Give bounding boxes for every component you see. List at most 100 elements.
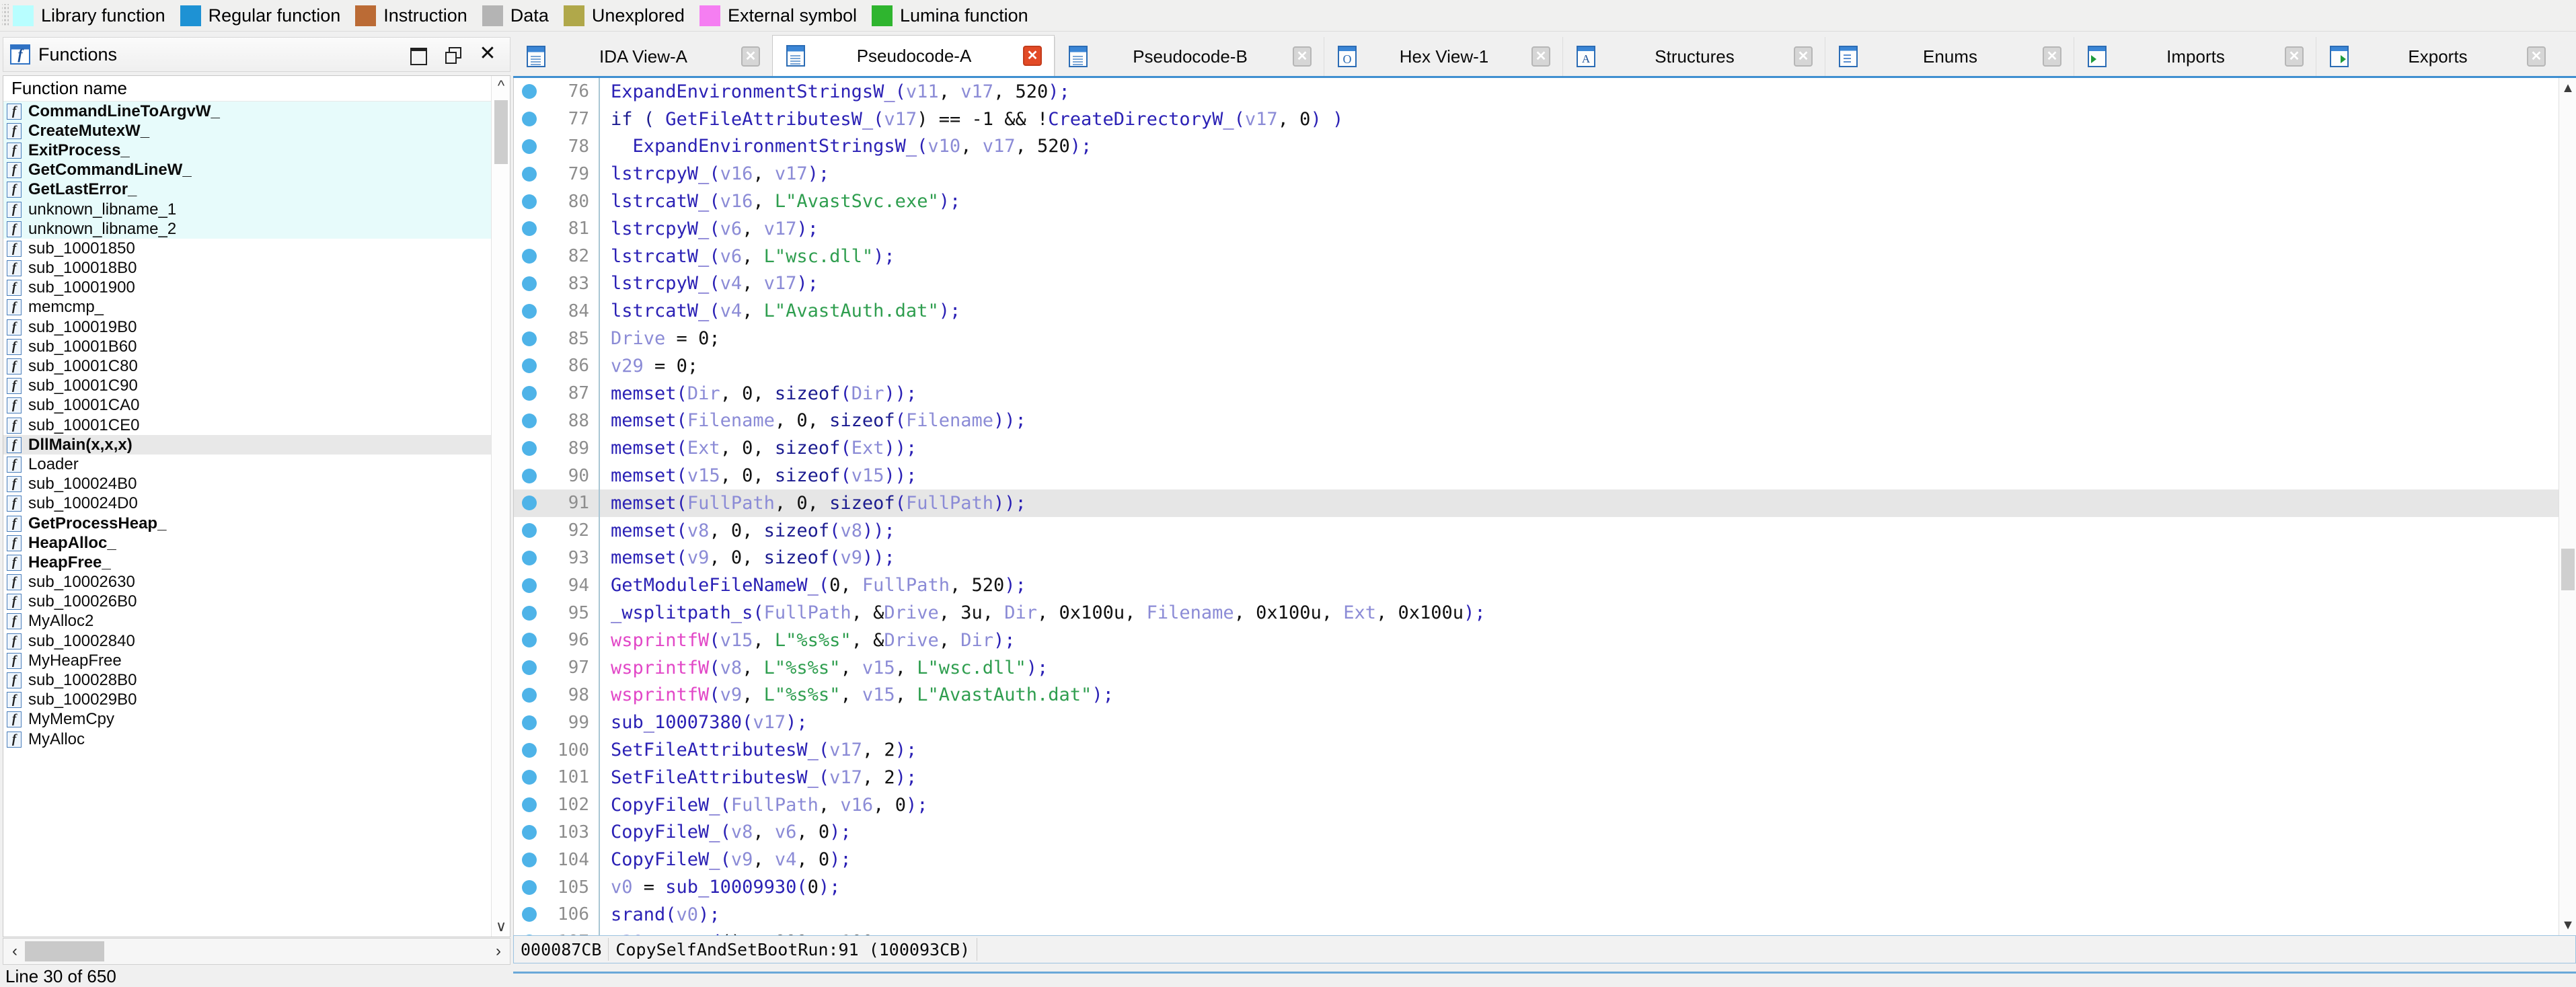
code-line[interactable]: 104CopyFileW_(v9, v4, 0); [514, 846, 2575, 873]
code-line[interactable]: 89memset(Ext, 0, sizeof(Ext)); [514, 434, 2575, 462]
function-list-item[interactable]: fsub_100019B0 [3, 317, 510, 337]
breakpoint-marker-icon[interactable] [522, 825, 537, 840]
breakpoint-marker-icon[interactable] [522, 907, 537, 922]
code-line[interactable]: 106srand(v0); [514, 901, 2575, 929]
breakpoint-marker-icon[interactable] [522, 551, 537, 565]
scroll-left-icon[interactable]: ‹ [3, 942, 26, 961]
close-icon[interactable]: ✕ [479, 46, 496, 63]
function-list-item[interactable]: fsub_10002630 [3, 573, 510, 592]
scroll-right-icon[interactable]: › [487, 942, 510, 961]
tab-exports[interactable]: Exports✕ [2316, 37, 2558, 76]
tab-structures[interactable]: Structures✕ [1562, 37, 1825, 76]
float-icon[interactable] [444, 46, 461, 63]
code-line[interactable]: 76ExpandEnvironmentStringsW_(v11, v17, 5… [514, 78, 2575, 106]
tab-ida-view-a[interactable]: IDA View-A✕ [513, 37, 772, 76]
function-list-item[interactable]: fCreateMutexW_ [3, 121, 510, 141]
tab-close-icon[interactable]: ✕ [1023, 46, 1042, 66]
function-list-item[interactable]: fsub_100026B0 [3, 592, 510, 612]
code-line[interactable]: 88memset(Filename, 0, sizeof(Filename)); [514, 407, 2575, 435]
function-list-item[interactable]: fsub_10001900 [3, 278, 510, 298]
function-list-item[interactable]: fCommandLineToArgvW_ [3, 102, 510, 121]
breakpoint-marker-icon[interactable] [522, 84, 537, 99]
function-list-item[interactable]: fsub_10001850 [3, 239, 510, 258]
functions-horizontal-scrollbar[interactable]: ‹ › [3, 938, 510, 965]
code-line[interactable]: 79lstrcpyW_(v16, v17); [514, 160, 2575, 188]
hscroll-track[interactable] [25, 941, 488, 961]
functions-column-header[interactable]: Function name [3, 76, 510, 102]
function-list-item[interactable]: funknown_libname_1 [3, 200, 510, 219]
code-line[interactable]: 102CopyFileW_(FullPath, v16, 0); [514, 791, 2575, 819]
pseudocode-view[interactable]: 76ExpandEnvironmentStringsW_(v11, v17, 5… [513, 78, 2576, 935]
breakpoint-marker-icon[interactable] [522, 358, 537, 373]
functions-list[interactable]: fCommandLineToArgvW_fCreateMutexW_fExitP… [3, 102, 510, 749]
code-line[interactable]: 107v30 = rand() % 899 + 100; [514, 929, 2575, 935]
tab-close-icon[interactable]: ✕ [1531, 46, 1550, 67]
functions-panel-titlebar[interactable]: f Functions ✕ [3, 37, 510, 72]
breakpoint-marker-icon[interactable] [522, 167, 537, 182]
code-line[interactable]: 82lstrcatW_(v6, L"wsc.dll"); [514, 243, 2575, 270]
function-list-item[interactable]: funknown_libname_2 [3, 219, 510, 239]
breakpoint-marker-icon[interactable] [522, 797, 537, 812]
code-line[interactable]: 86v29 = 0; [514, 352, 2575, 380]
function-list-item[interactable]: fsub_100018B0 [3, 259, 510, 278]
hscroll-thumb[interactable] [25, 941, 104, 961]
tab-close-icon[interactable]: ✕ [2043, 46, 2061, 67]
tab-imports[interactable]: Imports✕ [2074, 37, 2316, 76]
function-list-item[interactable]: fDllMain(x,x,x) [3, 435, 510, 455]
code-line[interactable]: 94GetModuleFileNameW_(0, FullPath, 520); [514, 571, 2575, 599]
breakpoint-marker-icon[interactable] [522, 194, 537, 209]
code-line[interactable]: 91memset(FullPath, 0, sizeof(FullPath)); [514, 489, 2575, 517]
functions-vertical-scrollbar[interactable]: ^ ∨ [491, 76, 510, 937]
breakpoint-marker-icon[interactable] [522, 441, 537, 456]
breakpoint-marker-icon[interactable] [522, 578, 537, 593]
breakpoint-marker-icon[interactable] [522, 221, 537, 236]
breakpoint-marker-icon[interactable] [522, 139, 537, 154]
breakpoint-marker-icon[interactable] [522, 606, 537, 621]
function-list-item[interactable]: fsub_100029B0 [3, 690, 510, 710]
breakpoint-marker-icon[interactable] [522, 660, 537, 675]
breakpoint-marker-icon[interactable] [522, 276, 537, 291]
code-line[interactable]: 93memset(v9, 0, sizeof(v9)); [514, 545, 2575, 572]
breakpoint-marker-icon[interactable] [522, 496, 537, 510]
code-line[interactable]: 80lstrcatW_(v16, L"AvastSvc.exe"); [514, 188, 2575, 215]
tab-close-icon[interactable]: ✕ [741, 46, 760, 67]
code-line[interactable]: 99sub_10007380(v17); [514, 709, 2575, 736]
code-line[interactable]: 96wsprintfW(v15, L"%s%s", &Drive, Dir); [514, 627, 2575, 654]
code-line[interactable]: 101SetFileAttributesW_(v17, 2); [514, 764, 2575, 791]
function-list-item[interactable]: fmemcmp_ [3, 298, 510, 317]
function-list-item[interactable]: fGetProcessHeap_ [3, 514, 510, 533]
tab-hex-view-1[interactable]: Hex View-1✕ [1324, 37, 1562, 76]
code-line[interactable]: 100SetFileAttributesW_(v17, 2); [514, 736, 2575, 764]
tab-close-icon[interactable]: ✕ [1794, 46, 1813, 67]
breakpoint-marker-icon[interactable] [522, 249, 537, 264]
breakpoint-marker-icon[interactable] [522, 304, 537, 319]
function-list-item[interactable]: fExitProcess_ [3, 141, 510, 160]
breakpoint-marker-icon[interactable] [522, 112, 537, 126]
restore-icon[interactable] [409, 46, 426, 63]
scrollbar-thumb[interactable] [494, 100, 508, 164]
code-line[interactable]: 95_wsplitpath_s(FullPath, &Drive, 3u, Di… [514, 599, 2575, 627]
tab-pseudocode-b[interactable]: Pseudocode-B✕ [1055, 37, 1324, 76]
breakpoint-marker-icon[interactable] [522, 386, 537, 401]
toolbar-drag-grip[interactable] [2, 4, 9, 27]
scroll-up-icon[interactable]: ▲ [2559, 79, 2576, 97]
function-list-item[interactable]: fsub_10002840 [3, 631, 510, 651]
breakpoint-marker-icon[interactable] [522, 853, 537, 867]
tab-close-icon[interactable]: ✕ [2285, 46, 2304, 67]
code-line[interactable]: 83lstrcpyW_(v4, v17); [514, 270, 2575, 298]
function-list-item[interactable]: fsub_10001B60 [3, 337, 510, 356]
code-line[interactable]: 90memset(v15, 0, sizeof(v15)); [514, 462, 2575, 489]
tab-close-icon[interactable]: ✕ [2527, 46, 2546, 67]
function-list-item[interactable]: fsub_10001C90 [3, 377, 510, 396]
code-line[interactable]: 105v0 = sub_10009930(0); [514, 873, 2575, 901]
code-line[interactable]: 97wsprintfW(v8, L"%s%s", v15, L"wsc.dll"… [514, 654, 2575, 682]
code-line[interactable]: 84lstrcatW_(v4, L"AvastAuth.dat"); [514, 297, 2575, 325]
breakpoint-marker-icon[interactable] [522, 633, 537, 647]
breakpoint-marker-icon[interactable] [522, 469, 537, 483]
function-list-item[interactable]: fHeapAlloc_ [3, 533, 510, 553]
code-line[interactable]: 103CopyFileW_(v8, v6, 0); [514, 819, 2575, 846]
tab-enums[interactable]: Enums✕ [1825, 37, 2074, 76]
function-list-item[interactable]: fLoader [3, 455, 510, 474]
code-line[interactable]: 87memset(Dir, 0, sizeof(Dir)); [514, 380, 2575, 407]
code-line[interactable]: 78 ExpandEnvironmentStringsW_(v10, v17, … [514, 133, 2575, 161]
